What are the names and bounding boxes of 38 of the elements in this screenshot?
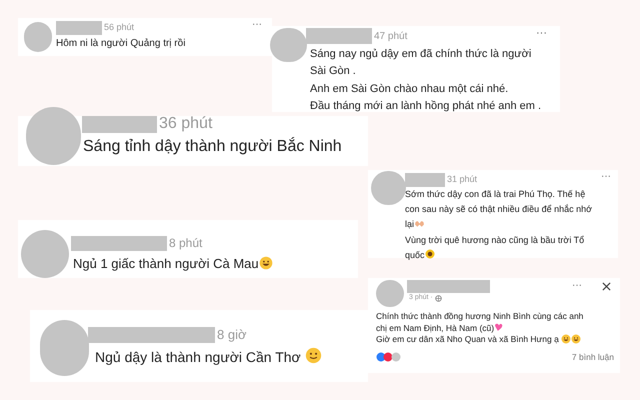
comment-count[interactable]: 7 bình luận xyxy=(572,351,614,364)
post-text: Sớm thức dậy con đã là trai Phú Thọ. Thế hệ xyxy=(405,189,586,199)
post-time: 47 phút xyxy=(374,30,408,44)
redaction-bar xyxy=(306,28,372,44)
post-time: 31 phút xyxy=(447,173,478,186)
more-menu[interactable]: ··· xyxy=(536,28,547,39)
post-text: Giờ em cư dân xã Nho Quan và xã Bình Hưng ạ xyxy=(376,334,559,344)
post-text: Ngủ 1 giấc thành người Cà Mau xyxy=(73,256,259,271)
post-text: con sau này sẽ có thật nhiều điều để nhắc nhớ xyxy=(405,204,592,214)
globe-icon xyxy=(434,294,442,302)
post-text: lại xyxy=(405,219,414,229)
post-text: Chính thức thành đồng hương Ninh Bình cùng các anh xyxy=(376,311,584,321)
heart-hands-icon xyxy=(414,219,426,228)
post-text: Vùng trời quê hương nào cũng là bầu trời Tổ xyxy=(405,235,584,245)
redaction-bar xyxy=(405,173,445,187)
post-text: Anh em Sài Gòn chào nhau một cái nhé. xyxy=(310,83,508,95)
post-time: 56 phút xyxy=(104,21,134,34)
post-text: quốc xyxy=(405,250,425,260)
grinning-face-icon xyxy=(560,334,571,344)
post-text: Sài Gòn . xyxy=(310,65,356,77)
post-text: Ngủ dậy là thành người Cần Thơ xyxy=(95,349,301,365)
post-text: Sáng tỉnh dậy thành người Bắc Ninh xyxy=(83,138,342,155)
post-time: 8 phút xyxy=(169,235,202,252)
smiling-face-icon xyxy=(304,347,322,364)
grinning-face-icon xyxy=(570,334,581,344)
post-time: 36 phút xyxy=(159,114,212,134)
more-menu[interactable]: ··· xyxy=(252,20,262,30)
post-text: Đầu tháng mới an lành hồng phát nhé anh em . xyxy=(310,100,542,112)
post-text: Sáng nay ngủ dậy em đã chính thức là người xyxy=(310,48,532,60)
close-icon[interactable] xyxy=(602,282,611,291)
post-text: Hôm ni là người Quảng trị rồi xyxy=(56,38,186,49)
more-menu[interactable]: ··· xyxy=(601,172,611,182)
more-menu[interactable]: ··· xyxy=(572,281,582,291)
post-time: 8 giờ xyxy=(217,326,246,344)
sunflower-icon xyxy=(424,249,435,259)
redaction-bar xyxy=(56,21,102,35)
grinning-face-icon xyxy=(258,256,273,270)
post-text: chị em Nam Định, Hà Nam (cũ) xyxy=(376,323,494,333)
